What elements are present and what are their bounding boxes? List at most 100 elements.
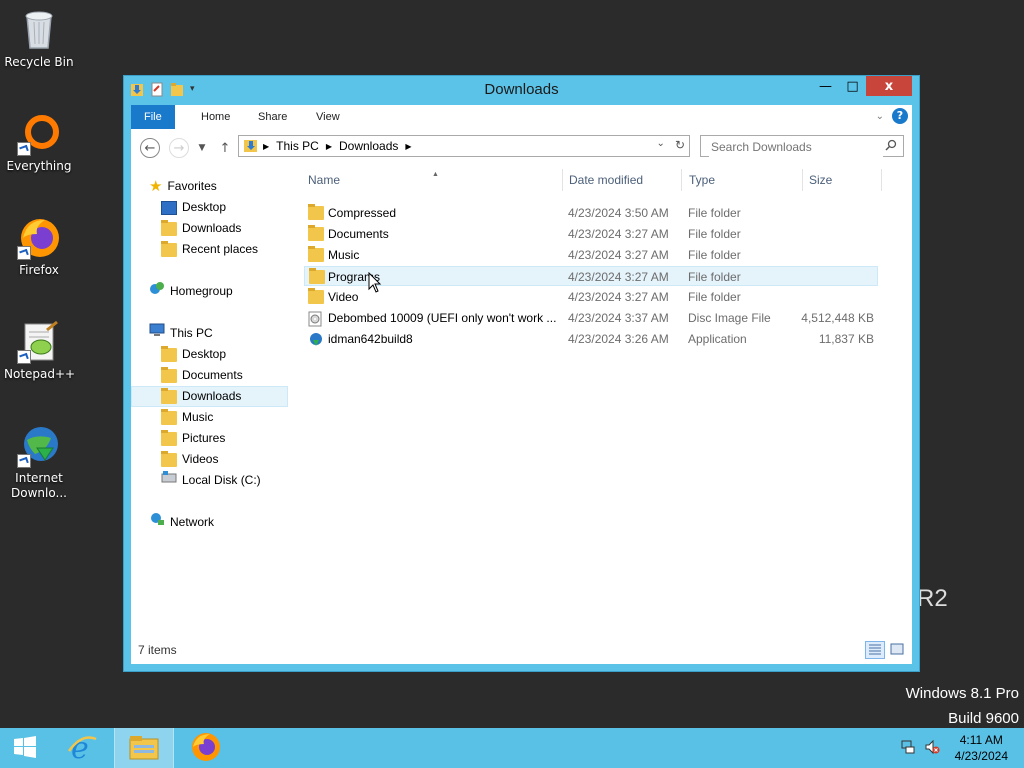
downloads-folder-icon: [161, 219, 177, 236]
nav-label: Recent places: [182, 242, 259, 256]
tab-share[interactable]: Share: [245, 105, 300, 129]
address-history-icon[interactable]: ⌄: [657, 138, 665, 152]
notepad-plus-plus-icon: [17, 320, 61, 364]
volume-muted-icon[interactable]: [924, 739, 940, 758]
tab-home[interactable]: Home: [188, 105, 243, 129]
taskbar-firefox[interactable]: [176, 728, 236, 768]
nav-thispc-music[interactable]: Music: [161, 407, 213, 428]
nav-this-pc[interactable]: This PC: [149, 323, 213, 344]
file-date: 4/23/2024 3:26 AM: [568, 332, 669, 346]
nav-label: This PC: [170, 326, 213, 340]
file-row[interactable]: Compressed 4/23/2024 3:50 AM File folder: [304, 203, 878, 223]
nav-label: Music: [182, 410, 214, 424]
expand-ribbon-icon[interactable]: ⌄: [876, 111, 884, 122]
build-watermark: Build 9600: [948, 710, 1019, 727]
forward-button[interactable]: →: [169, 138, 189, 158]
file-name: Music: [328, 248, 360, 262]
nav-label: Documents: [182, 368, 243, 382]
tab-file[interactable]: File: [131, 105, 175, 129]
address-bar[interactable]: ▶ This PC ▶ Downloads ▶ ⌄ ↻: [238, 135, 690, 157]
recent-locations-button[interactable]: ▼: [192, 138, 212, 158]
column-header-type[interactable]: Type: [682, 169, 803, 191]
file-type: Application: [688, 332, 747, 346]
file-type: Disc Image File: [688, 311, 771, 325]
application-icon: [308, 332, 324, 346]
file-explorer-icon: [128, 733, 160, 764]
tab-view[interactable]: View: [303, 105, 353, 129]
desktop-icon-internet-download-manager[interactable]: Internet Downlo...: [4, 424, 74, 501]
nav-label: Homegroup: [170, 284, 233, 298]
desktop-icon-everything[interactable]: Everything: [4, 112, 74, 174]
close-button[interactable]: x: [866, 76, 912, 96]
nav-network[interactable]: Network: [149, 512, 214, 533]
details-view-button[interactable]: [865, 641, 885, 659]
nav-label: Network: [170, 515, 215, 529]
file-row[interactable]: idman642build8 4/23/2024 3:26 AM Applica…: [304, 329, 878, 349]
breadcrumb-separator-icon[interactable]: ▶: [326, 142, 332, 151]
file-date: 4/23/2024 3:27 AM: [568, 248, 669, 262]
file-row[interactable]: Documents 4/23/2024 3:27 AM File folder: [304, 224, 878, 244]
column-header-date[interactable]: Date modified: [562, 169, 682, 191]
breadcrumb-this-pc[interactable]: This PC: [276, 139, 319, 153]
large-icons-view-button[interactable]: [887, 641, 907, 659]
column-header-name[interactable]: ▲ Name: [301, 169, 563, 191]
breadcrumb-separator-icon[interactable]: ▶: [405, 142, 411, 151]
maximize-icon: □: [846, 78, 859, 94]
file-date: 4/23/2024 3:50 AM: [568, 206, 669, 220]
nav-recent-places[interactable]: Recent places: [161, 239, 258, 260]
recent-places-icon: [161, 240, 177, 257]
back-button[interactable]: ←: [140, 138, 160, 158]
file-type: File folder: [688, 248, 741, 262]
file-row[interactable]: Video 4/23/2024 3:27 AM File folder: [304, 287, 878, 307]
file-row[interactable]: Music 4/23/2024 3:27 AM File folder: [304, 245, 878, 265]
nav-favorites-downloads[interactable]: Downloads: [161, 218, 241, 239]
explorer-window[interactable]: ▾ Downloads — □ x File Home Share View ⌄…: [123, 75, 920, 672]
desktop-icon-notepad-plus-plus[interactable]: Notepad++: [4, 320, 75, 382]
minimize-button[interactable]: —: [812, 76, 839, 96]
taskbar-file-explorer[interactable]: [114, 728, 174, 768]
nav-local-disk[interactable]: Local Disk (C:): [161, 470, 261, 491]
search-input[interactable]: [709, 137, 883, 157]
up-arrow-icon: ↑: [219, 140, 231, 156]
file-date: 4/23/2024 3:27 AM: [568, 270, 669, 284]
column-header-label: Name: [308, 173, 341, 187]
desktop-icon-recycle-bin[interactable]: Recycle Bin: [4, 8, 74, 70]
desktop-icon-label: Firefox: [19, 263, 59, 277]
file-row[interactable]: Programs 4/23/2024 3:27 AM File folder: [304, 266, 878, 286]
nav-label: Local Disk (C:): [182, 473, 261, 487]
large-icons-view-icon: [890, 643, 904, 658]
help-icon[interactable]: ?: [892, 108, 908, 124]
taskbar-internet-explorer[interactable]: e: [52, 728, 112, 768]
taskbar-clock[interactable]: 4:11 AM 4/23/2024: [955, 732, 1008, 764]
videos-folder-icon: [161, 450, 177, 467]
nav-thispc-desktop[interactable]: Desktop: [161, 344, 226, 365]
nav-thispc-pictures[interactable]: Pictures: [161, 428, 225, 449]
maximize-button[interactable]: □: [839, 76, 866, 96]
breadcrumb-downloads[interactable]: Downloads: [339, 139, 398, 153]
nav-thispc-documents[interactable]: Documents: [161, 365, 243, 386]
file-name: idman642build8: [328, 332, 413, 346]
nav-homegroup[interactable]: Homegroup: [149, 281, 233, 302]
desktop-icon-firefox[interactable]: Firefox: [4, 216, 74, 278]
shortcut-arrow-icon: [17, 246, 31, 260]
folder-icon: [308, 225, 324, 241]
column-header-label: Date modified: [569, 173, 644, 187]
column-header-size[interactable]: Size: [802, 169, 882, 191]
title-bar[interactable]: ▾ Downloads — □ x: [124, 76, 919, 104]
up-button[interactable]: ↑: [215, 138, 235, 158]
server-edition-text: R2: [917, 585, 948, 612]
nav-favorites-desktop[interactable]: Desktop: [161, 197, 226, 218]
breadcrumb-separator-icon[interactable]: ▶: [263, 142, 269, 151]
search-icon[interactable]: [885, 139, 897, 154]
search-box[interactable]: [700, 135, 904, 157]
refresh-icon[interactable]: ↻: [675, 138, 685, 152]
homegroup-icon: [149, 280, 165, 303]
nav-thispc-videos[interactable]: Videos: [161, 449, 218, 470]
start-button[interactable]: [0, 728, 50, 768]
nav-thispc-downloads[interactable]: Downloads: [131, 386, 288, 407]
file-row[interactable]: Debombed 10009 (UEFI only won't work ...…: [304, 308, 878, 328]
computer-icon: [149, 322, 165, 345]
nav-favorites[interactable]: ★ Favorites: [149, 176, 217, 197]
column-header-label: Type: [689, 173, 716, 187]
network-status-icon[interactable]: [900, 739, 916, 758]
